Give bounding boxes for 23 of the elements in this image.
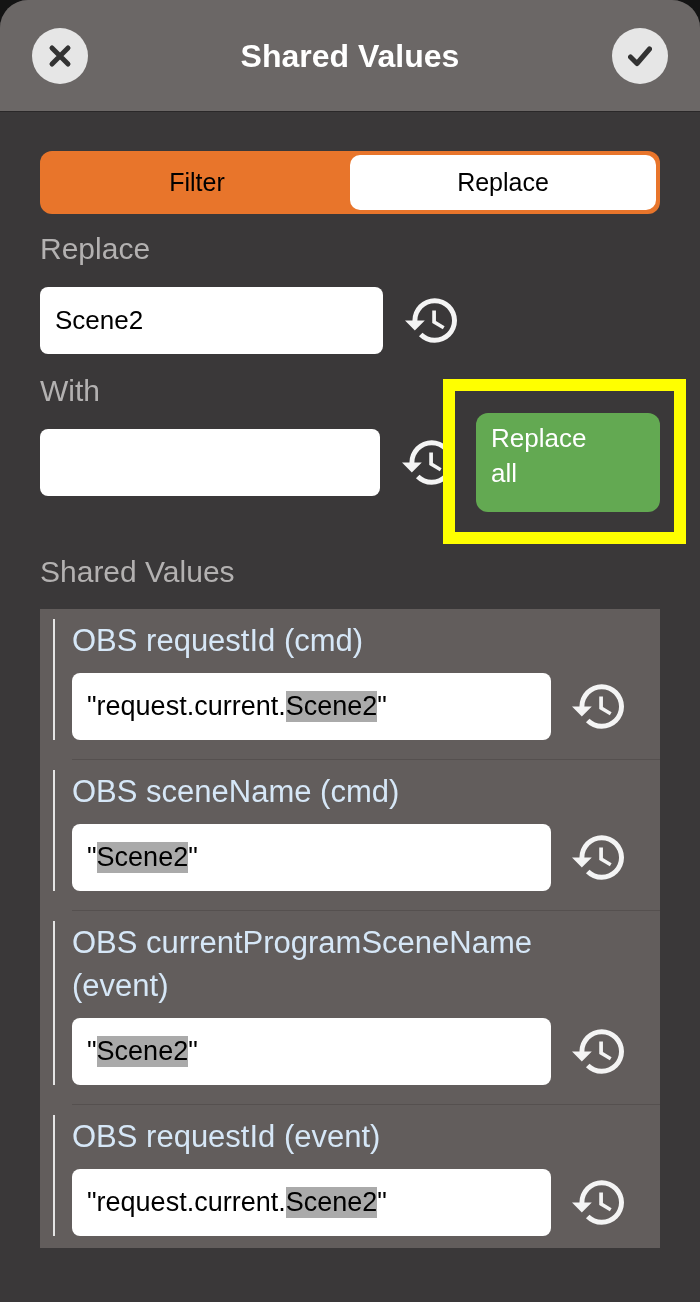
text-field[interactable]: Scene2 <box>40 287 383 354</box>
dialog-title: Shared Values <box>240 36 460 76</box>
segment-tab[interactable]: Filter <box>44 155 350 210</box>
history-icon[interactable] <box>572 1029 624 1074</box>
checkmark-icon <box>628 43 652 68</box>
value-title: OBS sceneName (cmd) <box>72 773 401 811</box>
history-icon[interactable] <box>405 298 457 343</box>
value-title: OBS requestId (event) <box>72 1118 382 1156</box>
field-label: Replace <box>40 231 151 267</box>
history-icon[interactable] <box>572 1180 624 1225</box>
value-title: OBS currentProgramSceneName (event) <box>72 924 534 1005</box>
text-field[interactable] <box>40 429 380 496</box>
history-icon[interactable] <box>572 835 624 880</box>
value-field[interactable]: "request.current.Scene2" <box>72 1169 551 1236</box>
value-field[interactable]: "Scene2" <box>72 1018 551 1085</box>
history-icon[interactable] <box>572 684 624 729</box>
close-icon <box>48 43 72 68</box>
value-title: OBS requestId (cmd) <box>72 622 365 660</box>
section-heading: Shared Values <box>40 554 235 590</box>
value-field[interactable]: "Scene2" <box>72 824 551 891</box>
field-label: With <box>40 373 100 409</box>
segment-tab[interactable]: Replace <box>350 155 656 210</box>
value-field[interactable]: "request.current.Scene2" <box>72 673 551 740</box>
